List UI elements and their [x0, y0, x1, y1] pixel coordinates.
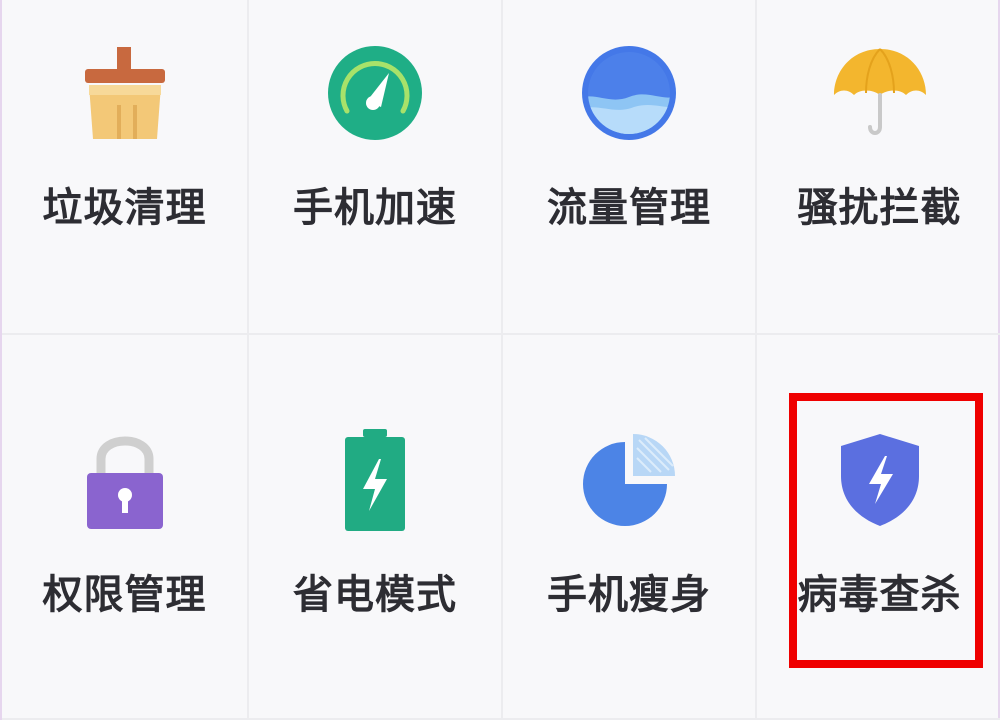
tool-phone-slimming[interactable]: 手机瘦身: [503, 335, 757, 720]
tools-grid: 垃圾清理 手机加速 流量管理 骚扰拦截 权限管理 省电模式 手机瘦身 病毒查杀: [2, 0, 1000, 720]
pie-chart-icon: [574, 425, 684, 535]
broom-icon: [70, 38, 180, 148]
tool-junk-cleanup[interactable]: 垃圾清理: [2, 0, 249, 335]
tool-label: 垃圾清理: [42, 185, 207, 231]
tool-power-saving[interactable]: 省电模式: [249, 335, 503, 720]
battery-charge-icon: [320, 425, 430, 535]
app-tools-panel: 垃圾清理 手机加速 流量管理 骚扰拦截 权限管理 省电模式 手机瘦身 病毒查杀: [0, 0, 1000, 720]
tool-label: 手机瘦身: [547, 572, 711, 618]
tool-label: 省电模式: [293, 572, 457, 618]
tool-label: 流量管理: [547, 185, 711, 231]
tool-permission-management[interactable]: 权限管理: [2, 335, 249, 720]
tool-spam-block[interactable]: 骚扰拦截: [757, 0, 1000, 335]
tool-phone-boost[interactable]: 手机加速: [249, 0, 503, 335]
tool-virus-scan[interactable]: 病毒查杀: [757, 335, 1000, 720]
tool-label: 手机加速: [293, 185, 457, 231]
speedometer-icon: [320, 38, 430, 148]
tool-label: 病毒查杀: [797, 572, 962, 618]
tool-data-usage[interactable]: 流量管理: [503, 0, 757, 335]
tool-label: 权限管理: [42, 572, 207, 618]
water-level-icon: [574, 38, 684, 148]
tool-label: 骚扰拦截: [797, 185, 962, 231]
shield-lightning-icon: [825, 425, 935, 535]
umbrella-icon: [825, 38, 935, 148]
padlock-icon: [70, 425, 180, 535]
